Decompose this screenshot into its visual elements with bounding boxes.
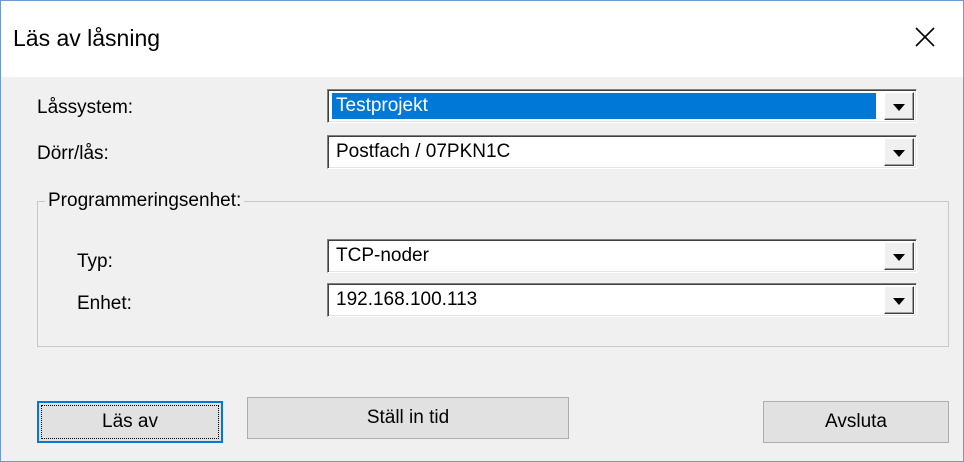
read-button[interactable]: Läs av [37, 401, 223, 443]
window-title: Läs av låsning [13, 25, 161, 51]
exit-button[interactable]: Avsluta [763, 401, 949, 443]
chevron-down-icon [893, 103, 905, 111]
door-lock-label: Dörr/lås: [37, 143, 109, 164]
device-dropdown-button[interactable] [884, 286, 914, 314]
lock-system-value: Testprojekt [332, 93, 876, 119]
device-select[interactable]: 192.168.100.113 [327, 283, 917, 317]
door-lock-value: Postfach / 07PKN1C [336, 141, 511, 162]
chevron-down-icon [893, 297, 905, 305]
device-value: 192.168.100.113 [336, 289, 478, 310]
type-select[interactable]: TCP-noder [327, 239, 917, 273]
close-icon [915, 27, 935, 47]
lock-system-select[interactable]: Testprojekt [327, 89, 917, 123]
chevron-down-icon [893, 253, 905, 261]
device-label: Enhet: [77, 293, 132, 314]
read-lock-dialog: Läs av låsning Låssystem: Testprojekt Dö… [0, 0, 964, 462]
type-dropdown-button[interactable] [884, 242, 914, 270]
close-button[interactable] [887, 1, 963, 73]
lock-system-label: Låssystem: [37, 97, 134, 118]
programming-unit-group [37, 201, 949, 347]
lock-system-dropdown-button[interactable] [884, 92, 914, 120]
chevron-down-icon [893, 149, 905, 157]
type-value: TCP-noder [336, 245, 429, 266]
programming-unit-legend: Programmeringsenhet: [45, 190, 245, 212]
set-time-button[interactable]: Ställ in tid [247, 397, 569, 439]
title-bar: Läs av låsning [1, 1, 963, 77]
door-lock-select[interactable]: Postfach / 07PKN1C [327, 135, 917, 169]
door-lock-dropdown-button[interactable] [884, 138, 914, 166]
type-label: Typ: [77, 251, 113, 272]
